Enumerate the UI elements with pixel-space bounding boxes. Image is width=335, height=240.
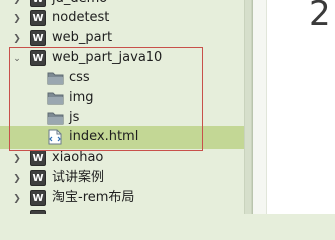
tree-item-label: js xyxy=(69,110,80,125)
web-project-icon: W xyxy=(30,0,46,7)
tree-item-label: jd_demo xyxy=(52,0,107,7)
tree-item-index-html[interactable]: index.html xyxy=(0,126,244,149)
chevron-right-icon[interactable]: ❯ xyxy=(12,154,22,164)
tree-item-label: web_part_java10 xyxy=(52,50,163,65)
web-project-icon: W xyxy=(30,190,46,206)
web-project-icon: W xyxy=(30,210,46,214)
folder-icon xyxy=(47,92,64,105)
tree-item-label: 试讲案例 xyxy=(52,170,105,185)
web-project-icon: W xyxy=(30,150,46,166)
folder-icon xyxy=(47,72,64,85)
chevron-down-icon[interactable]: ⌄ xyxy=(12,54,22,64)
panel-splitter[interactable] xyxy=(244,0,252,214)
editor-gutter xyxy=(253,0,267,214)
tree-item-label: nodetest xyxy=(52,10,110,25)
chevron-right-icon[interactable]: ❯ xyxy=(12,14,22,24)
chevron-right-icon[interactable]: ❯ xyxy=(12,194,22,204)
chevron-right-icon[interactable]: ❯ xyxy=(12,0,22,5)
chevron-right-icon[interactable]: ❯ xyxy=(12,174,22,184)
web-project-icon: W xyxy=(30,170,46,186)
project-explorer: ❯ W jd_demo ❯ W nodetest ❯ W web_part ⌄ … xyxy=(0,0,244,214)
web-project-icon: W xyxy=(30,50,46,66)
tree-item-label: xiaohao xyxy=(52,150,104,165)
tree-item-label: 淘宝-rem布局 xyxy=(52,190,135,205)
folder-icon xyxy=(47,112,64,125)
web-project-icon: W xyxy=(30,30,46,46)
web-project-icon: W xyxy=(30,10,46,26)
line-number: 2 xyxy=(309,0,331,34)
chevron-right-icon[interactable]: ❯ xyxy=(12,34,22,44)
tree-item-label: css xyxy=(69,70,90,85)
tree-item-label: index.html xyxy=(69,129,139,144)
html-file-icon xyxy=(48,129,62,145)
editor-pane[interactable]: 2 xyxy=(252,0,335,214)
tree-item-label: img xyxy=(69,90,94,105)
tree-item-label: web_part xyxy=(52,30,113,45)
tree-item-partial[interactable]: ❯ W xyxy=(0,207,244,214)
